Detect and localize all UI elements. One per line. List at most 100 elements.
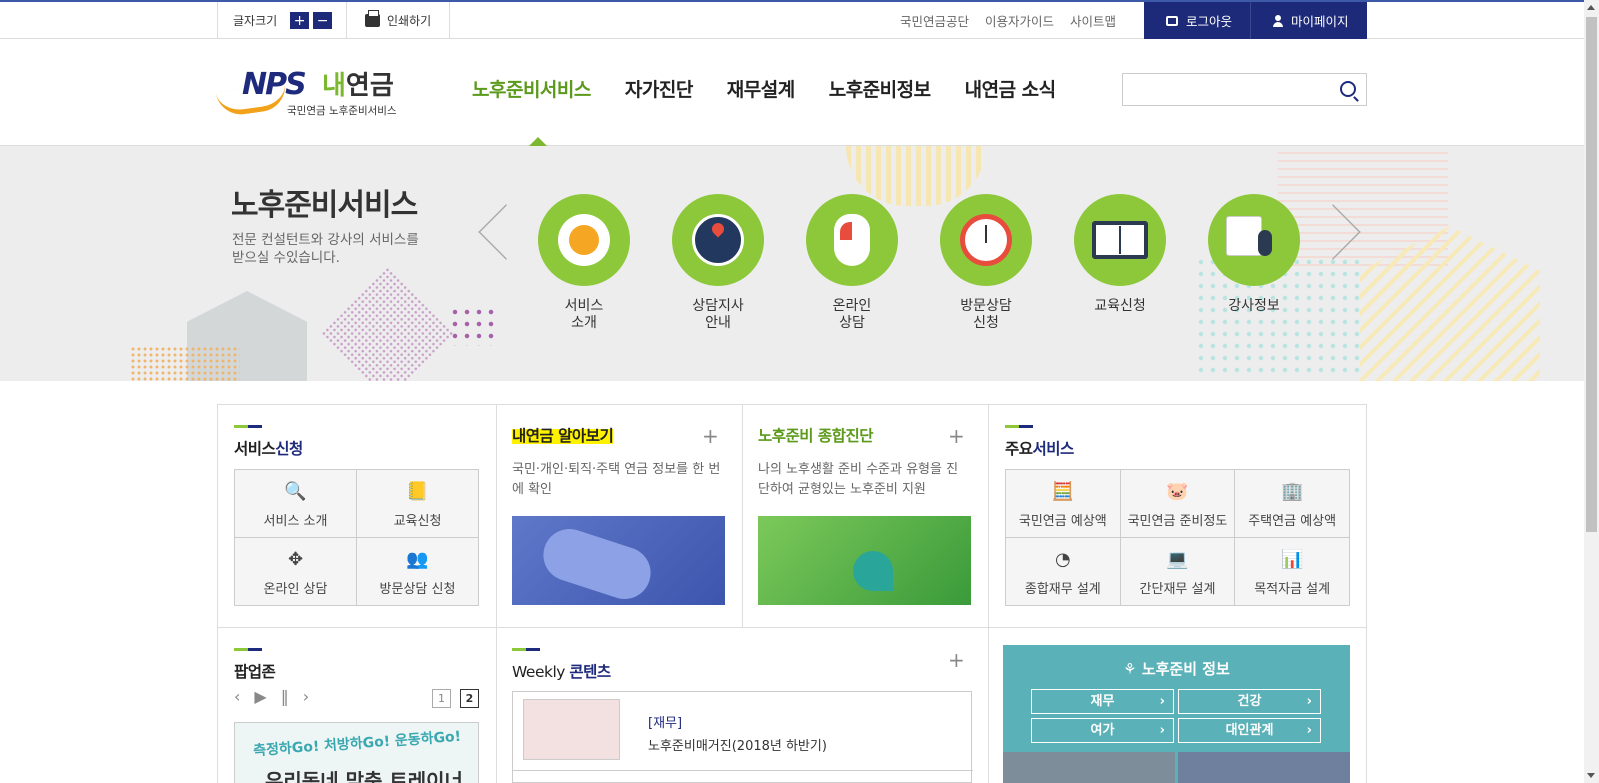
item-label: 목적자금 설계 <box>1254 582 1331 597</box>
popup-controls: ‹ ▶ ‖ › <box>234 687 309 706</box>
font-size-decrease-button[interactable]: − <box>312 11 334 30</box>
education-apply-link[interactable]: 📒 교육신청 <box>357 470 479 538</box>
magazine-thumbnail[interactable] <box>523 699 620 760</box>
item-label: 종합재무 설계 <box>1024 582 1101 597</box>
scroll-thumb[interactable] <box>1586 17 1597 532</box>
more-plus-icon[interactable]: + <box>948 650 965 670</box>
calculator-icon: 🧮 <box>1051 481 1075 502</box>
online-consult[interactable]: 온라인 상담 <box>806 194 898 332</box>
info-leisure-button[interactable]: 여가 <box>1031 718 1174 743</box>
utility-links: 국민연금공단 이용자가이드 사이트맵 <box>900 2 1116 39</box>
item-label: 간단재무 설계 <box>1139 582 1216 597</box>
branch-guide[interactable]: 상담지사 안내 <box>672 194 764 332</box>
globe-pin-icon <box>672 194 764 286</box>
header: NPS 내연금 국민연금 노후준비서비스 노후준비서비스 자가진단 재무설계 노… <box>0 39 1584 146</box>
item-label: 주택연금 예상액 <box>1248 514 1337 529</box>
info-tile-left[interactable] <box>1003 752 1175 783</box>
logo[interactable]: NPS 내연금 국민연금 노후준비서비스 <box>215 65 402 118</box>
main-nav: 노후준비서비스 자가진단 재무설계 노후준비정보 내연금 소식 <box>472 75 1056 102</box>
simple-finance-link[interactable]: 💻 간단재무 설계 <box>1120 538 1236 606</box>
more-plus-icon[interactable]: + <box>948 426 965 446</box>
nav-self-diagnosis[interactable]: 자가진단 <box>625 75 693 102</box>
visit-consult-link[interactable]: 👥 방문상담 신청 <box>357 538 479 606</box>
service-apply-grid: 🔍 서비스 소개 📒 교육신청 ✥ 온라인 상담 👥 방문상담 신청 <box>234 469 479 606</box>
nav-financial-planning[interactable]: 재무설계 <box>727 75 795 102</box>
divider <box>742 404 743 627</box>
item-label: 온라인 상담 <box>263 582 328 597</box>
info-finance-button[interactable]: 재무 <box>1031 689 1174 714</box>
nps-link[interactable]: 국민연금공단 <box>900 11 969 30</box>
more-plus-icon[interactable]: + <box>702 426 719 446</box>
nav-news[interactable]: 내연금 소식 <box>965 75 1057 102</box>
search-icon[interactable] <box>1340 81 1356 97</box>
prev-icon[interactable]: ‹ <box>234 687 240 706</box>
laptop-chart-icon: 💻 <box>1166 549 1189 570</box>
sprout-icon: ⚘ <box>1123 660 1142 678</box>
utility-bar: 글자크기 + − 인쇄하기 국민연금공단 이용자가이드 사이트맵 로그아웃 마이… <box>0 2 1584 39</box>
popup-page-2[interactable]: 2 <box>460 689 479 708</box>
popup-page-1[interactable]: 1 <box>432 689 451 708</box>
section-bar <box>234 648 262 651</box>
online-consult-link[interactable]: ✥ 온라인 상담 <box>235 538 357 606</box>
info-health-button[interactable]: 건강 <box>1178 689 1321 714</box>
total-finance-link[interactable]: ◔ 종합재무 설계 <box>1006 538 1121 606</box>
chart-photo[interactable] <box>758 516 971 605</box>
diagnosis-desc: 나의 노후생활 준비 수준과 유형을 진단하여 균형있는 노후준비 지원 <box>758 462 959 497</box>
nav-retirement-service[interactable]: 노후준비서비스 <box>472 75 591 102</box>
people-board-icon: 👥 <box>406 549 429 570</box>
weekly-category[interactable]: [재무] <box>648 712 682 731</box>
print-button[interactable]: 인쇄하기 <box>347 2 450 39</box>
service-label-line2: 소개 <box>571 315 597 331</box>
main-service-grid: 🧮 국민연금 예상액 🐷 국민연금 준비정도 🏢 주택연금 예상액 ◔ 종합재무 설계 … <box>1005 469 1350 606</box>
purpose-fund-link[interactable]: 📊 목적자금 설계 <box>1235 538 1350 606</box>
visit-consult[interactable]: 방문상담 신청 <box>940 194 1032 332</box>
service-intro-link[interactable]: 🔍 서비스 소개 <box>235 470 357 538</box>
logout-button[interactable]: 로그아웃 <box>1144 2 1250 39</box>
pension-estimate-link[interactable]: 🧮 국민연금 예상액 <box>1006 470 1121 538</box>
person-icon <box>1273 14 1283 27</box>
mypage-label: 마이페이지 <box>1291 14 1349 29</box>
sitemap-link[interactable]: 사이트맵 <box>1070 11 1116 30</box>
next-icon[interactable]: › <box>303 687 309 706</box>
info-title: ⚘ 노후준비 정보 <box>1003 658 1350 679</box>
search-input[interactable] <box>1123 74 1323 105</box>
printer-icon <box>365 10 380 27</box>
prev-arrow-icon[interactable] <box>478 204 534 260</box>
deco-diamond <box>320 266 455 381</box>
active-nav-indicator <box>529 137 547 146</box>
mouse-icon <box>806 194 898 286</box>
print-label: 인쇄하기 <box>387 14 432 28</box>
divider <box>496 404 497 783</box>
scroll-down-icon[interactable] <box>1587 773 1595 778</box>
my-pension-title[interactable]: 내연금 알아보기 <box>512 424 614 446</box>
nav-retirement-info[interactable]: 노후준비정보 <box>829 75 931 102</box>
mypage-button[interactable]: 마이페이지 <box>1250 2 1367 39</box>
housing-pension-link[interactable]: 🏢 주택연금 예상액 <box>1235 470 1350 538</box>
mouse-photo[interactable] <box>512 516 725 606</box>
info-tile-right[interactable] <box>1178 752 1350 783</box>
diagnosis-title[interactable]: 노후준비 종합진단 <box>758 424 873 446</box>
scroll-up-icon[interactable] <box>1587 5 1595 10</box>
visual-title: 노후준비서비스 <box>231 188 418 223</box>
font-size-increase-button[interactable]: + <box>289 11 311 30</box>
search-box <box>1122 73 1367 106</box>
logo-subtitle: 국민연금 노후준비서비스 <box>287 105 397 117</box>
service-label-line1: 방문상담 <box>960 298 1012 314</box>
user-guide-link[interactable]: 이용자가이드 <box>985 11 1054 30</box>
weekly-item-title[interactable]: 노후준비매거진(2018년 하반기) <box>648 735 827 754</box>
retirement-info-box: ⚘ 노후준비 정보 재무 건강 여가 대인관계 <box>1003 645 1350 783</box>
divider <box>217 627 1367 628</box>
pension-readiness-link[interactable]: 🐷 국민연금 준비정도 <box>1120 470 1236 538</box>
popup-banner[interactable]: 측정하Go! 처방하Go! 운동하Go! 우리동네 맞춤 트레이너 <box>234 722 479 783</box>
education-apply[interactable]: 교육신청 <box>1074 194 1166 315</box>
play-icon[interactable]: ▶ <box>254 687 266 706</box>
service-intro[interactable]: 서비스 소개 <box>538 194 630 332</box>
logo-brand: 내연금 <box>322 65 394 102</box>
logo-brand-suffix: 연금 <box>345 71 394 101</box>
vertical-scrollbar[interactable] <box>1584 0 1599 783</box>
instructor-info[interactable]: 강사정보 <box>1208 194 1300 315</box>
service-label-line1: 서비스 <box>564 298 604 314</box>
info-relationship-button[interactable]: 대인관계 <box>1178 718 1321 743</box>
pause-icon[interactable]: ‖ <box>281 687 289 706</box>
deco-dot-grid <box>449 306 497 346</box>
